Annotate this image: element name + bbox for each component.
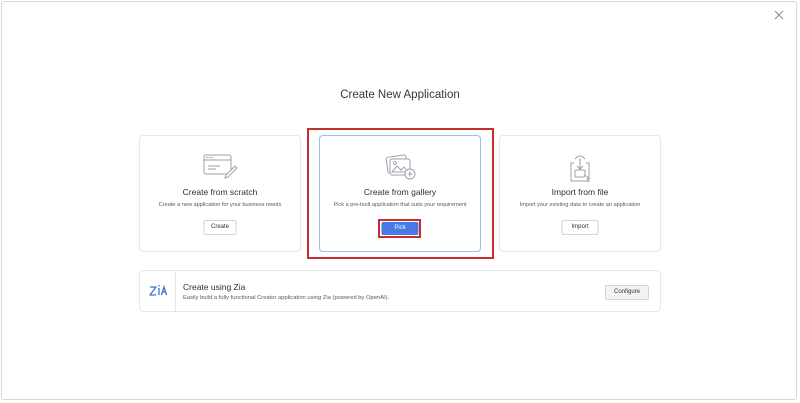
highlight-gallery-card (307, 128, 494, 259)
zia-logo-icon (140, 271, 176, 311)
close-icon[interactable] (772, 8, 786, 22)
file-import-icon (570, 155, 590, 183)
card-description: Create a new application for your busine… (158, 202, 282, 208)
zia-title: Create using Zia (183, 282, 246, 292)
configure-button[interactable]: Configure (605, 285, 649, 300)
dialog-title: Create New Application (340, 89, 460, 101)
create-from-scratch-card[interactable]: Create from scratch Create a new applica… (139, 135, 301, 252)
import-button[interactable]: Import (561, 220, 599, 235)
browser-edit-icon (203, 154, 238, 179)
zia-logo-glyph (148, 284, 167, 296)
import-from-file-card[interactable]: Import from file Import your existing da… (499, 135, 661, 252)
create-button[interactable]: Create (203, 220, 237, 235)
card-title: Import from file (551, 187, 609, 197)
card-title: Create from scratch (182, 187, 258, 197)
zia-description: Easily build a fully functional Creator … (183, 295, 390, 301)
card-description: Import your existing data to create an a… (519, 202, 641, 208)
create-using-zia-row[interactable]: Create using Zia Easily build a fully fu… (139, 270, 661, 312)
highlight-pick-button (378, 219, 421, 238)
